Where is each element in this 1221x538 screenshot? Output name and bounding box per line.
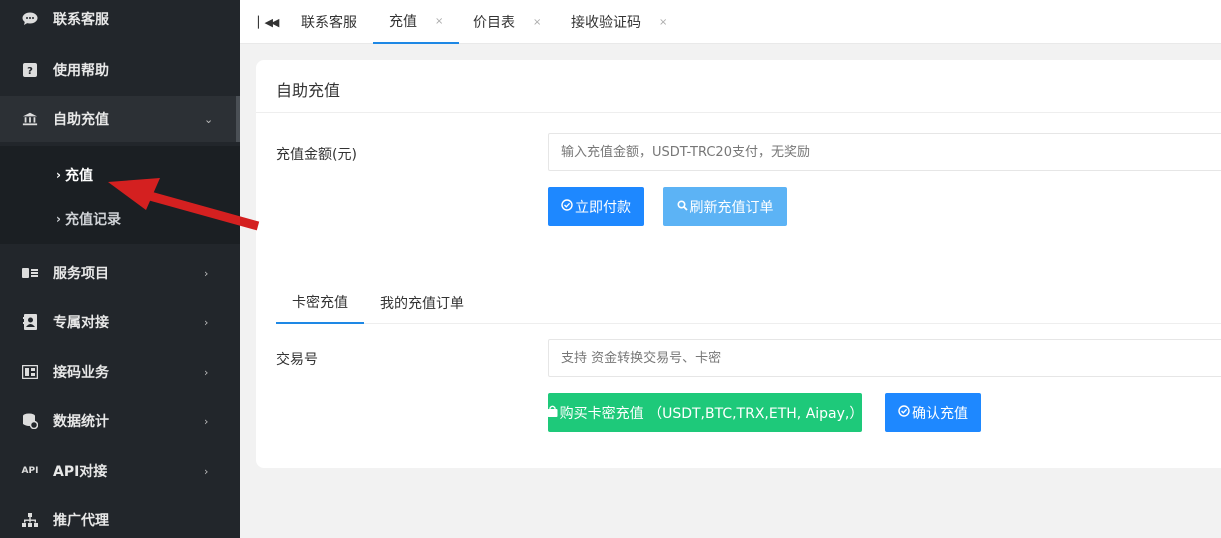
- transaction-label: 交易号: [276, 352, 318, 368]
- buy-card-label: 购买卡密充值 （USDT,BTC,TRX,ETH, Aipay,）: [559, 405, 864, 422]
- tab-label: 价目表: [473, 15, 515, 31]
- sidebar-item-help[interactable]: ? 使用帮助: [0, 47, 240, 93]
- sidebar-item-label: 服务项目: [53, 266, 109, 282]
- recharge-card: 自助充值 充值金额(元) 立即付款 刷新充值订单 卡密充值 我的充值订单 交易号…: [256, 60, 1221, 468]
- sidebar-item-label: 数据统计: [53, 414, 109, 430]
- chat-icon: [22, 11, 38, 27]
- sidebar-item-statistics[interactable]: 数据统计 ›: [0, 398, 240, 444]
- card-title: 自助充值: [276, 81, 341, 100]
- refresh-orders-button[interactable]: 刷新充值订单: [663, 187, 787, 226]
- sidebar-item-affiliate[interactable]: 推广代理: [0, 497, 240, 538]
- tab-price-list[interactable]: 价目表 ×: [473, 0, 541, 44]
- sidebar-item-self-recharge[interactable]: 自助充值 ⌄: [0, 96, 240, 142]
- pay-now-button[interactable]: 立即付款: [548, 187, 644, 226]
- skip-back-icon[interactable]: ▏◀◀: [258, 16, 279, 29]
- chevron-down-icon: ⌄: [204, 112, 214, 126]
- chevron-right-icon: ›: [56, 212, 61, 226]
- sidebar-item-api[interactable]: API API对接 ›: [0, 448, 240, 494]
- tab-label: 充值: [389, 14, 417, 30]
- chevron-right-icon: ›: [204, 365, 209, 379]
- svg-text:?: ?: [27, 66, 33, 77]
- sidebar-item-services[interactable]: 服务项目 ›: [0, 250, 240, 296]
- close-icon[interactable]: ×: [533, 17, 541, 28]
- check-circle-icon: [898, 405, 910, 420]
- confirm-recharge-button[interactable]: 确认充值: [885, 393, 981, 432]
- sidebar-item-label: 推广代理: [53, 513, 109, 529]
- subtab-label: 我的充值订单: [380, 296, 464, 312]
- close-icon[interactable]: ×: [435, 16, 443, 27]
- tab-recharge[interactable]: 充值 ×: [373, 0, 460, 44]
- chevron-right-icon: ›: [204, 464, 209, 478]
- subtab-card-recharge[interactable]: 卡密充值: [276, 282, 364, 324]
- sidebar-item-dedicated[interactable]: 专属对接 ›: [0, 299, 240, 345]
- chevron-right-icon: ›: [56, 168, 61, 182]
- refresh-orders-label: 刷新充值订单: [689, 199, 774, 216]
- id-card-icon: [22, 265, 38, 281]
- close-icon[interactable]: ×: [659, 17, 667, 28]
- amount-input[interactable]: [548, 133, 1221, 171]
- transaction-input[interactable]: [548, 339, 1221, 377]
- tab-contact-support[interactable]: 联系客服: [301, 0, 357, 44]
- api-icon: API: [21, 466, 39, 476]
- sidebar-item-label: 专属对接: [53, 315, 109, 331]
- sidebar-item-label: 自助充值: [53, 112, 109, 128]
- help-icon: ?: [22, 62, 38, 78]
- sidebar-subitem-label: 充值: [64, 168, 93, 184]
- sidebar-subitem-recharge[interactable]: › 充值: [56, 163, 93, 187]
- contact-book-icon: [22, 314, 38, 330]
- sitemap-icon: [22, 512, 38, 528]
- recharge-subtabs: 卡密充值 我的充值订单: [276, 282, 1221, 324]
- chevron-right-icon: ›: [204, 414, 209, 428]
- sms-icon: [22, 364, 38, 380]
- tab-bar: ▏◀◀ 联系客服 充值 × 价目表 × 接收验证码 ×: [240, 0, 1221, 44]
- sidebar-item-label: 接码业务: [53, 365, 109, 381]
- buy-card-button[interactable]: 购买卡密充值 （USDT,BTC,TRX,ETH, Aipay,）: [547, 393, 864, 432]
- tab-label: 联系客服: [301, 15, 357, 31]
- pay-now-label: 立即付款: [575, 199, 631, 216]
- subtab-label: 卡密充值: [292, 295, 348, 311]
- shopping-bag-icon: [547, 405, 558, 420]
- check-circle-icon: [561, 199, 573, 214]
- sidebar-item-contact-support[interactable]: 联系客服: [0, 0, 240, 42]
- sidebar-item-label: 使用帮助: [53, 63, 109, 79]
- confirm-recharge-label: 确认充值: [912, 405, 968, 422]
- chevron-right-icon: ›: [204, 315, 209, 329]
- sidebar-subitem-label: 充值记录: [64, 212, 121, 228]
- amount-label: 充值金额(元): [276, 147, 357, 163]
- sidebar-submenu: › 充值 › 充值记录: [0, 146, 240, 244]
- sidebar-item-label: API对接: [53, 464, 108, 480]
- subtab-my-orders[interactable]: 我的充值订单: [380, 282, 464, 324]
- bank-icon: [22, 111, 38, 127]
- sidebar-subitem-recharge-records[interactable]: › 充值记录: [56, 207, 121, 231]
- search-icon: [676, 199, 688, 214]
- chevron-right-icon: ›: [204, 266, 209, 280]
- sidebar-item-label: 联系客服: [53, 12, 109, 28]
- sidebar: 联系客服 ? 使用帮助 自助充值 ⌄ › 充值 › 充值记录 服务项目 › 专属…: [0, 0, 240, 538]
- database-icon: [22, 413, 38, 429]
- tab-receive-code[interactable]: 接收验证码 ×: [571, 0, 667, 44]
- sidebar-item-sms[interactable]: 接码业务 ›: [0, 349, 240, 395]
- divider: [256, 112, 1221, 113]
- tab-label: 接收验证码: [571, 15, 641, 31]
